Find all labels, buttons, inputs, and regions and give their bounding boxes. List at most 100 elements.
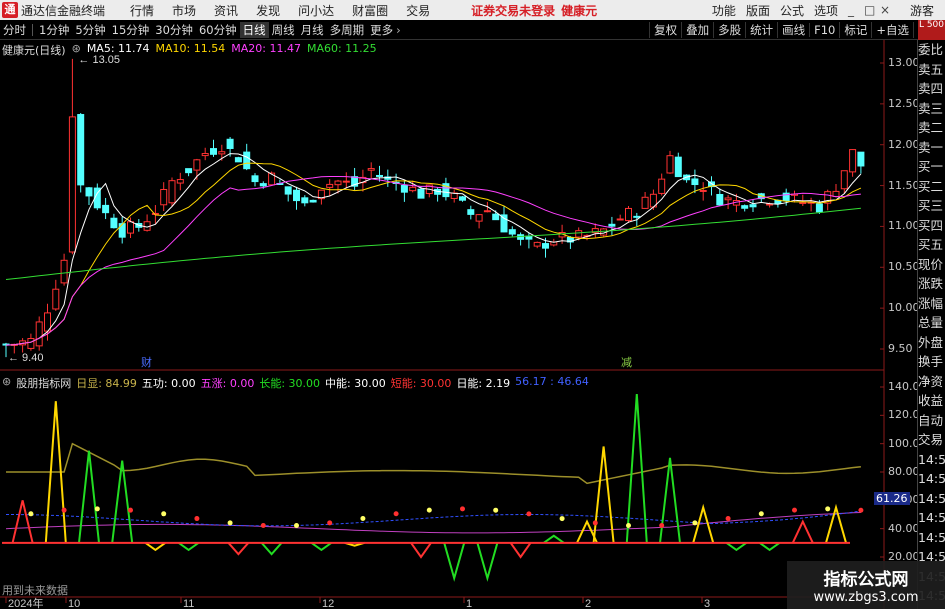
indicator-spike bbox=[144, 542, 166, 552]
side-panel-item[interactable]: 买一 bbox=[918, 157, 945, 177]
ma20-line bbox=[5, 176, 861, 346]
candle bbox=[616, 218, 624, 221]
x-axis-label: 1 bbox=[466, 598, 472, 609]
side-panel-item[interactable]: 涨跌 bbox=[918, 274, 945, 294]
side-panel-item[interactable]: 卖五 bbox=[918, 60, 945, 80]
side-panel-item[interactable]: 卖一 bbox=[918, 138, 945, 158]
watermark-line2: www.zbgs3.com bbox=[813, 590, 919, 605]
indicator-dot bbox=[327, 520, 333, 526]
candle bbox=[118, 223, 126, 238]
candle bbox=[658, 178, 666, 194]
side-panel-item[interactable]: 自动 bbox=[918, 411, 945, 431]
app-window: 通 通达信金融终端 行情 市场 资讯 发现 问小达 财富圈 交易 证券交易未登录… bbox=[0, 0, 945, 609]
event-mark: 财 bbox=[141, 355, 152, 369]
level-button[interactable]: L 500 bbox=[918, 20, 945, 40]
future-data-note: 用到未来数据 bbox=[2, 584, 68, 597]
side-panel-item[interactable]: 现价 bbox=[918, 255, 945, 275]
ma60-label: MA60: 11.25 bbox=[306, 42, 377, 55]
candle bbox=[674, 156, 682, 178]
candle bbox=[542, 243, 549, 249]
side-panel-item[interactable]: 14:56 bbox=[918, 508, 945, 528]
indicator-dot bbox=[94, 506, 100, 512]
indicator-dot bbox=[360, 516, 366, 522]
indicator-spike bbox=[178, 542, 200, 552]
side-panel-item[interactable]: 净资 bbox=[918, 372, 945, 392]
side-panel-item[interactable]: 交易 bbox=[918, 430, 945, 450]
candle bbox=[475, 214, 483, 222]
side-panel-item[interactable]: 买二 bbox=[918, 177, 945, 197]
indicator-dot bbox=[161, 511, 167, 517]
candle bbox=[176, 179, 184, 184]
ma-info-line: 健康元(日线) ⊛ MA5: 11.74 MA10: 11.54 MA20: 1… bbox=[2, 42, 377, 57]
indicator-line-rixian bbox=[6, 442, 861, 485]
indicator-value-6: 日能: 2.19 bbox=[456, 377, 511, 390]
candle bbox=[293, 189, 300, 202]
indicator-spike bbox=[543, 534, 565, 544]
indicator-spike bbox=[592, 446, 615, 543]
indicator-dot bbox=[194, 516, 200, 522]
candle bbox=[367, 168, 375, 171]
candle bbox=[160, 189, 168, 206]
indicator-spike bbox=[725, 542, 747, 552]
candle bbox=[492, 213, 500, 221]
y-tick-label: 11.50 bbox=[888, 178, 920, 192]
indicator-value-4: 中能: 30.00 bbox=[325, 377, 386, 390]
indicator-spike bbox=[78, 450, 100, 543]
indicator-spike bbox=[310, 542, 332, 552]
indicator-info-line: ⊛ 股朋指标网 日显: 84.99 五功: 0.00 五涨: 0.00 长能: 30.… bbox=[2, 375, 589, 390]
candle bbox=[301, 197, 309, 204]
settings-icon[interactable]: ⊛ bbox=[72, 42, 81, 56]
candle bbox=[857, 151, 865, 167]
candle bbox=[483, 210, 491, 213]
ma20-label: MA20: 11.47 bbox=[231, 42, 301, 55]
side-panel-item[interactable]: 14:56 bbox=[918, 450, 945, 470]
side-panel-item[interactable]: 换手 bbox=[918, 352, 945, 372]
candle bbox=[409, 186, 417, 192]
indicator-spike bbox=[111, 460, 134, 543]
candle bbox=[326, 183, 334, 188]
candle bbox=[52, 288, 60, 310]
quote-side-panel: L 500 委比 卖五 卖四 卖三 卖二 卖一 买一 买二 买三 买四 买五 现价 涨跌 涨幅 总量 外盘 换手… bbox=[917, 20, 945, 609]
side-panel-item[interactable]: 买三 bbox=[918, 196, 945, 216]
candle bbox=[716, 193, 724, 206]
indicator-spike bbox=[509, 542, 532, 559]
side-panel-item[interactable]: 委比 bbox=[918, 40, 945, 60]
indicator-dot bbox=[858, 507, 864, 513]
side-panel-item[interactable]: 买四 bbox=[918, 216, 945, 236]
indicator-spike bbox=[443, 542, 466, 582]
y-tick-label: 13.00 bbox=[888, 56, 920, 69]
side-panel-item[interactable]: 卖三 bbox=[918, 99, 945, 119]
candle bbox=[27, 338, 35, 349]
candle bbox=[608, 223, 616, 227]
side-panel-item[interactable]: 14:56 bbox=[918, 469, 945, 489]
indicator-spike bbox=[260, 542, 283, 556]
indicator-dot bbox=[692, 520, 698, 526]
side-panel-item[interactable]: 卖二 bbox=[918, 118, 945, 138]
indicator-dot bbox=[493, 507, 499, 513]
indicator-dot bbox=[294, 522, 299, 528]
side-panel-item[interactable]: 涨幅 bbox=[918, 294, 945, 314]
candle bbox=[575, 230, 583, 238]
side-panel-item[interactable]: 外盘 bbox=[918, 333, 945, 353]
candle bbox=[85, 187, 93, 197]
candle bbox=[467, 209, 475, 215]
ma5-line bbox=[5, 153, 862, 346]
side-panel-item[interactable]: 卖四 bbox=[918, 79, 945, 99]
side-panel-item[interactable]: 14:56 bbox=[918, 528, 945, 548]
side-panel-item[interactable]: 总量 bbox=[918, 313, 945, 333]
side-panel-item[interactable]: 收益 bbox=[918, 391, 945, 411]
indicator-dot bbox=[426, 507, 432, 513]
indicator-settings-icon[interactable]: ⊛ bbox=[2, 375, 11, 389]
indicator-line-blue bbox=[6, 510, 861, 527]
indicator-spike bbox=[625, 394, 648, 543]
x-axis-label: 3 bbox=[704, 598, 710, 609]
candle bbox=[849, 149, 857, 173]
indicator-value-0: 日显: 84.99 bbox=[76, 377, 137, 390]
indicator-dot bbox=[227, 520, 233, 526]
kline-chart[interactable]: ← 13.05← 9.40 财减2024年 10 11 12 1 2 3 bbox=[0, 0, 945, 609]
side-panel-item[interactable]: 14:56 bbox=[918, 489, 945, 509]
watermark: 指标公式网 www.zbgs3.com bbox=[787, 561, 945, 609]
candle bbox=[185, 168, 193, 174]
indicator-spike bbox=[825, 503, 847, 544]
side-panel-item[interactable]: 买五 bbox=[918, 235, 945, 255]
